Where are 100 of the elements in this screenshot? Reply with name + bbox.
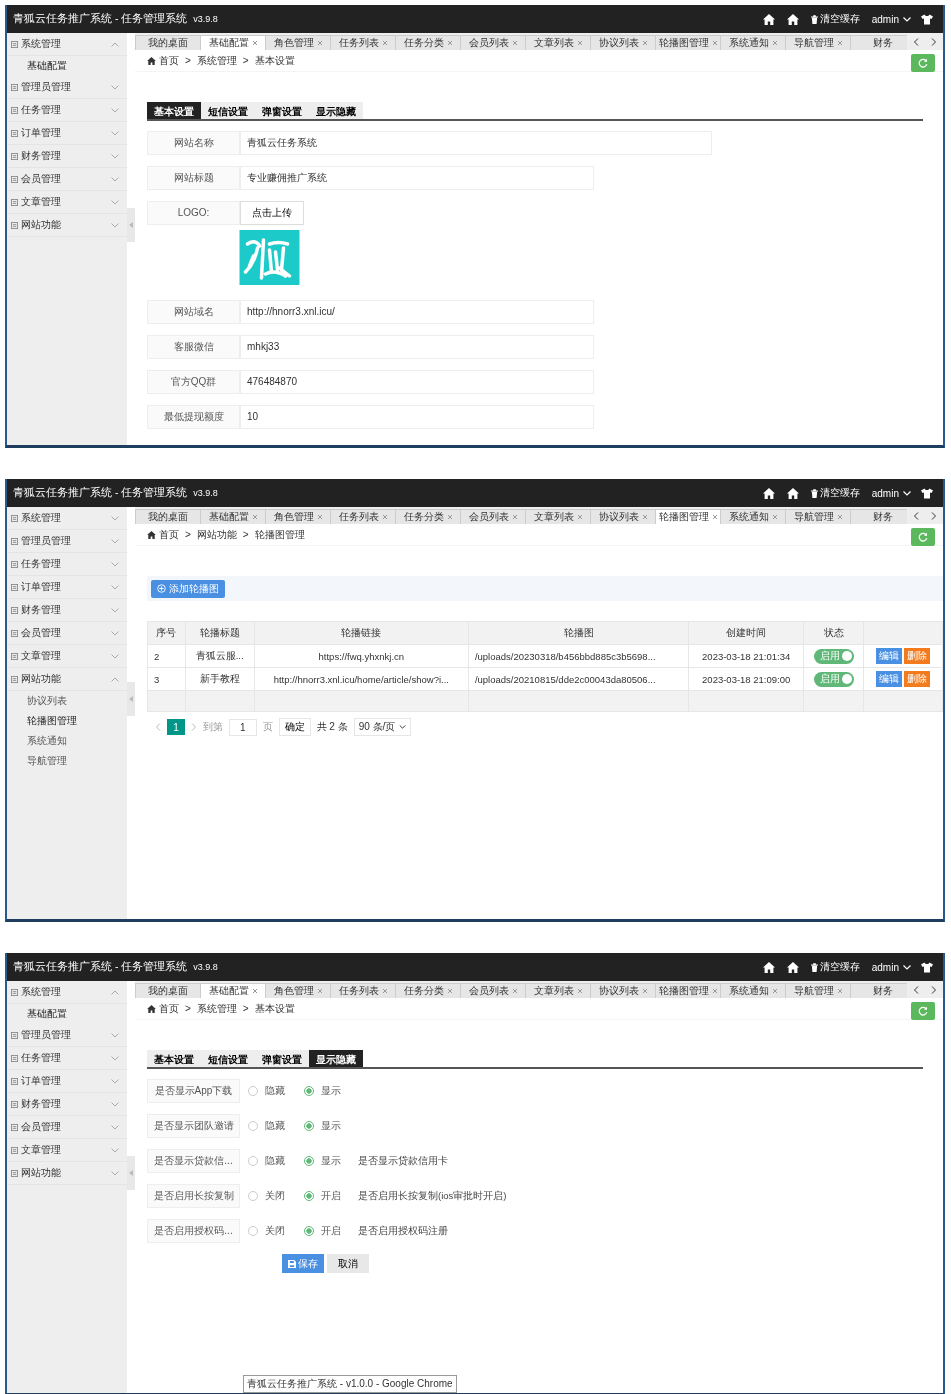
refresh-button[interactable] <box>911 53 935 72</box>
close-icon[interactable] <box>251 514 258 520</box>
radio-button[interactable] <box>304 1226 314 1236</box>
tab[interactable]: 基础配置 <box>200 983 266 998</box>
radio-label[interactable]: 隐藏 <box>265 1154 285 1168</box>
input-field[interactable]: mhkj33 <box>240 335 594 359</box>
tab[interactable]: 会员列表 <box>460 983 526 998</box>
radio-label[interactable]: 显示 <box>321 1119 341 1133</box>
close-icon[interactable] <box>381 40 388 46</box>
tab[interactable]: 轮播图管理 <box>655 983 721 998</box>
tab[interactable]: 基础配置 <box>200 35 266 50</box>
settings-tab[interactable]: 显示隐藏 <box>309 1050 363 1067</box>
breadcrumb-link[interactable]: 首页 <box>159 1001 179 1016</box>
radio-label[interactable]: 显示 <box>321 1154 341 1168</box>
chevron-left-icon[interactable] <box>155 723 161 731</box>
close-icon[interactable] <box>251 988 258 994</box>
close-icon[interactable] <box>576 988 583 994</box>
chevron-left-icon[interactable] <box>913 38 919 46</box>
settings-tab[interactable]: 弹窗设置 <box>255 1050 309 1067</box>
tab[interactable]: 导航管理 <box>785 35 851 50</box>
tab[interactable]: 我的桌面 <box>135 509 201 524</box>
refresh-button[interactable] <box>911 1001 935 1020</box>
close-icon[interactable] <box>836 988 843 994</box>
input-field[interactable]: 专业赚佣推广系统 <box>240 166 594 190</box>
radio-button[interactable] <box>248 1156 258 1166</box>
close-icon[interactable] <box>771 514 778 520</box>
tab[interactable]: 会员列表 <box>460 35 526 50</box>
tab[interactable]: 财务 <box>850 983 907 998</box>
radio-button[interactable] <box>304 1191 314 1201</box>
input-field[interactable]: 476484870 <box>240 370 594 394</box>
close-icon[interactable] <box>316 40 323 46</box>
close-icon[interactable] <box>771 40 778 46</box>
tab[interactable]: 财务 <box>850 509 907 524</box>
input-field[interactable]: 青狐云任务系统 <box>240 131 712 155</box>
chevron-right-icon[interactable] <box>931 986 937 994</box>
tab[interactable]: 任务列表 <box>330 35 396 50</box>
tab[interactable]: 角色管理 <box>265 509 331 524</box>
tab[interactable]: 轮播图管理 <box>655 509 721 524</box>
close-icon[interactable] <box>316 988 323 994</box>
home-icon[interactable] <box>762 13 775 25</box>
tab[interactable]: 会员列表 <box>460 509 526 524</box>
breadcrumb-link[interactable]: 系统管理 <box>196 53 237 68</box>
sidebar-subitem[interactable]: 协议列表 <box>7 691 127 711</box>
radio-label[interactable]: 开启 <box>321 1224 341 1238</box>
close-icon[interactable] <box>576 40 583 46</box>
tab[interactable]: 协议列表 <box>590 509 656 524</box>
home-icon[interactable] <box>762 487 775 499</box>
confirm-button[interactable]: 确定 <box>278 718 311 736</box>
close-icon[interactable] <box>511 514 518 520</box>
chevron-right-icon[interactable] <box>931 38 937 46</box>
tab[interactable]: 轮播图管理 <box>655 35 721 50</box>
clear-cache-button[interactable]: 清空缓存 <box>810 12 860 26</box>
tab[interactable]: 财务 <box>850 35 907 50</box>
settings-tab[interactable]: 弹窗设置 <box>255 102 309 119</box>
tab[interactable]: 协议列表 <box>590 35 656 50</box>
chevron-left-icon[interactable] <box>913 512 919 520</box>
sidebar-subitem[interactable]: 基础配置 <box>7 56 127 76</box>
refresh-button[interactable] <box>911 527 935 546</box>
sidebar-subitem[interactable]: 轮播图管理 <box>7 711 127 731</box>
tab[interactable]: 文章列表 <box>525 983 591 998</box>
close-icon[interactable] <box>446 40 453 46</box>
home-icon[interactable] <box>786 487 799 499</box>
radio-button[interactable] <box>304 1156 314 1166</box>
radio-label[interactable]: 开启 <box>321 1189 341 1203</box>
close-icon[interactable] <box>381 514 388 520</box>
input-field[interactable]: http://hnorr3.xnl.icu/ <box>240 300 594 324</box>
collapse-handle[interactable] <box>127 208 135 242</box>
tab[interactable]: 我的桌面 <box>135 983 201 998</box>
radio-label[interactable]: 隐藏 <box>265 1119 285 1133</box>
close-icon[interactable] <box>836 40 843 46</box>
collapse-handle[interactable] <box>127 1156 135 1190</box>
tab[interactable]: 任务分类 <box>395 509 461 524</box>
breadcrumb-link[interactable]: 轮播图管理 <box>254 527 305 542</box>
tab[interactable]: 系统通知 <box>720 983 786 998</box>
tab[interactable]: 任务分类 <box>395 35 461 50</box>
close-icon[interactable] <box>511 40 518 46</box>
settings-tab[interactable]: 基本设置 <box>147 1050 201 1067</box>
close-icon[interactable] <box>446 988 453 994</box>
radio-button[interactable] <box>304 1121 314 1131</box>
close-icon[interactable] <box>641 988 648 994</box>
settings-tab[interactable]: 显示隐藏 <box>309 102 363 119</box>
radio-label[interactable]: 关闭 <box>265 1224 285 1238</box>
home-icon[interactable] <box>786 13 799 25</box>
user-menu[interactable]: admin <box>871 961 911 973</box>
chevron-right-icon[interactable] <box>191 723 197 731</box>
close-icon[interactable] <box>446 514 453 520</box>
tab[interactable]: 角色管理 <box>265 35 331 50</box>
radio-label[interactable]: 显示 <box>321 1084 341 1098</box>
close-icon[interactable] <box>711 40 718 46</box>
chevron-left-icon[interactable] <box>913 986 919 994</box>
clear-cache-button[interactable]: 清空缓存 <box>810 960 860 974</box>
shirt-icon[interactable] <box>921 13 933 25</box>
breadcrumb-link[interactable]: 系统管理 <box>196 1001 237 1016</box>
user-menu[interactable]: admin <box>871 13 911 25</box>
close-icon[interactable] <box>316 514 323 520</box>
tab[interactable]: 任务分类 <box>395 983 461 998</box>
shirt-icon[interactable] <box>921 487 933 499</box>
settings-tab[interactable]: 短信设置 <box>201 1050 255 1067</box>
clear-cache-button[interactable]: 清空缓存 <box>810 486 860 500</box>
sidebar-subitem[interactable]: 基础配置 <box>7 1004 127 1024</box>
